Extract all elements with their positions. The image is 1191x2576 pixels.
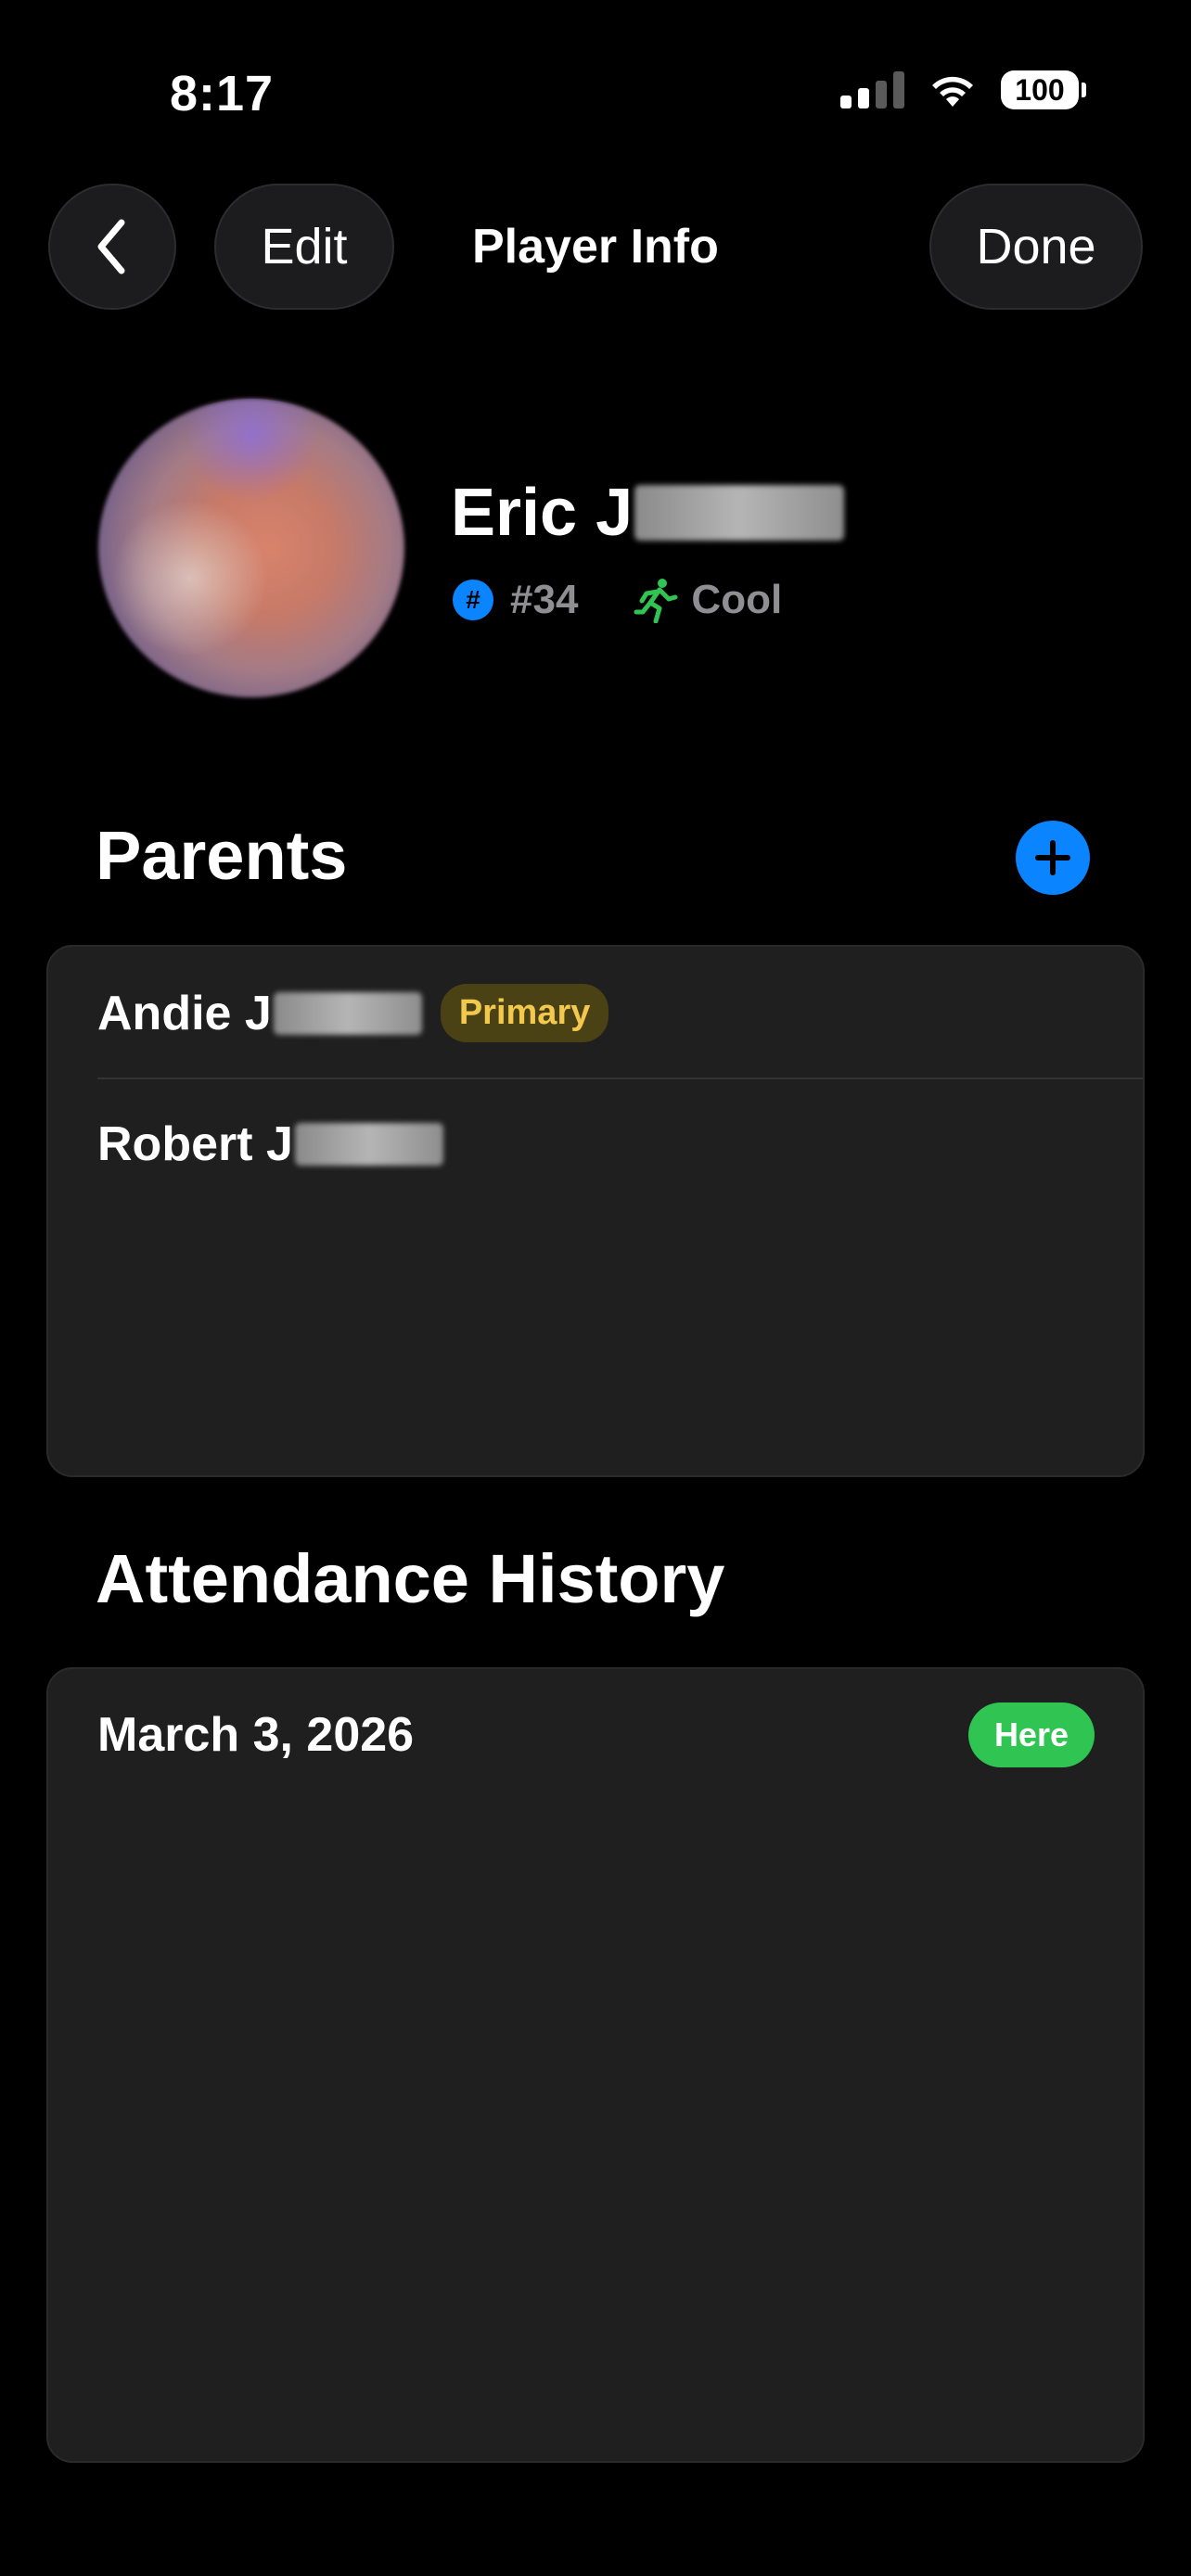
done-button[interactable]: Done (929, 184, 1143, 310)
page-title: Player Info (472, 220, 719, 274)
running-figure-icon (634, 579, 678, 623)
wifi-icon (932, 76, 973, 107)
parent-name: Andie J (97, 986, 272, 1040)
attendance-date: March 3, 2026 (97, 1708, 415, 1762)
status-time: 8:17 (170, 66, 275, 121)
parent-row[interactable]: Andie J Primary (97, 984, 1143, 1042)
player-name: Eric J (451, 475, 845, 551)
redacted-surname (273, 991, 422, 1035)
chevron-left-icon (97, 219, 125, 274)
cellular-signal-icon (840, 71, 904, 108)
redacted-surname (634, 485, 845, 541)
back-button[interactable] (48, 184, 176, 310)
parents-list: Andie J Primary Robert J (46, 945, 1145, 1477)
edit-button[interactable]: Edit (214, 184, 394, 310)
attendance-row[interactable]: March 3, 2026 Here (97, 1702, 1095, 1767)
redacted-surname (294, 1123, 443, 1166)
player-meta: # #34 Cool (453, 577, 782, 623)
attendance-list: March 3, 2026 Here (46, 1667, 1145, 2463)
battery-icon: 100 (1001, 70, 1086, 109)
add-parent-button[interactable] (1016, 821, 1090, 895)
attendance-heading: Attendance History (96, 1540, 725, 1617)
player-name-text: Eric J (451, 476, 634, 550)
attendance-status-badge: Here (967, 1702, 1095, 1767)
row-divider (97, 1078, 1143, 1079)
player-status: Cool (691, 577, 783, 622)
status-indicators: 100 (840, 70, 1086, 109)
player-number: #34 (510, 577, 579, 622)
primary-badge: Primary (440, 984, 609, 1042)
parent-row[interactable]: Robert J (97, 1116, 1143, 1172)
avatar-overlay (98, 399, 404, 697)
hash-icon: # (453, 580, 493, 620)
battery-level: 100 (1001, 70, 1079, 109)
parent-name: Robert J (97, 1117, 293, 1171)
parents-heading: Parents (96, 817, 348, 894)
plus-icon (1035, 840, 1070, 875)
